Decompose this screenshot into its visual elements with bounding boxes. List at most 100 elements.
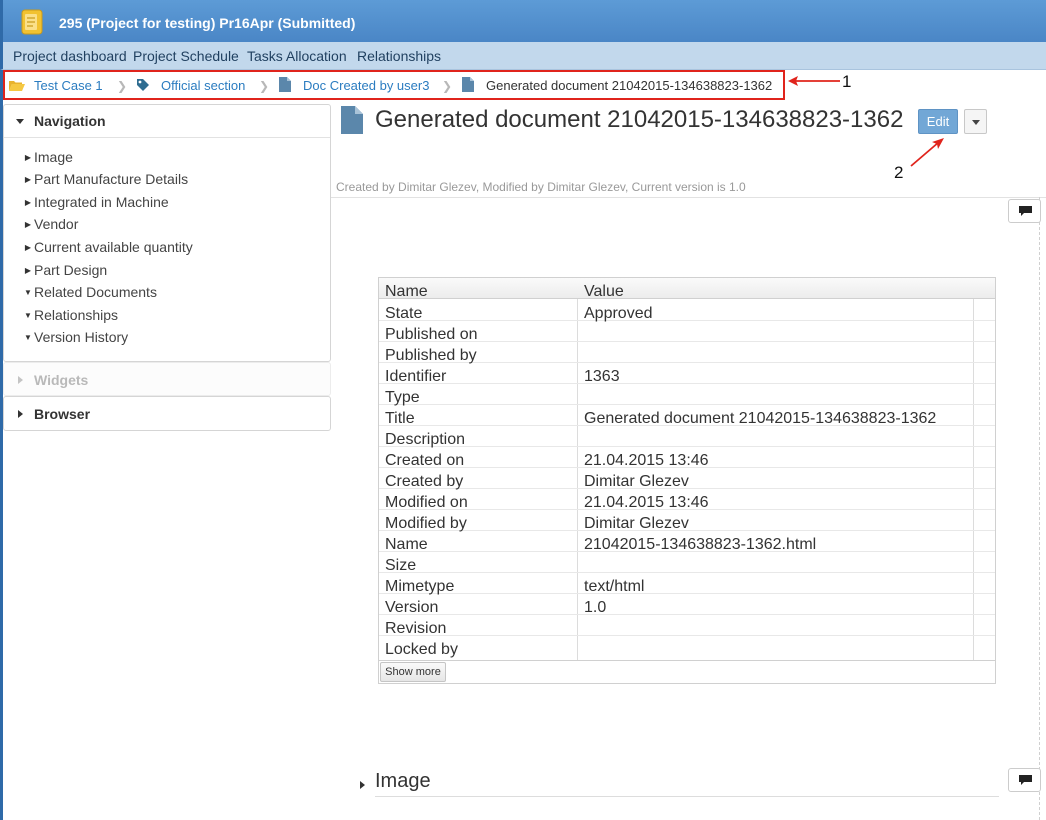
speech-bubble-icon (1019, 206, 1032, 216)
document-icon (462, 77, 474, 92)
speech-bubble-icon (1019, 775, 1032, 785)
scrollbar-track[interactable] (1039, 197, 1041, 820)
app-notebook-icon (21, 9, 43, 35)
breadcrumb-current-document: Generated document 21042015-134638823-13… (486, 78, 773, 93)
folder-open-icon (9, 81, 25, 91)
table-footer: Show more (378, 660, 996, 684)
widgets-panel: Widgets (3, 362, 331, 396)
breadcrumb: Test Case 1 ❯ Official section ❯ Doc Cre… (3, 70, 785, 100)
table-row: Published on (379, 321, 995, 343)
image-comment-button[interactable] (1008, 768, 1041, 792)
edit-button[interactable]: Edit (918, 109, 958, 134)
menu-relationships[interactable]: Relationships (357, 48, 441, 64)
column-header-value[interactable]: Value (584, 283, 624, 301)
nav-item-vendor[interactable]: ▶ Vendor (22, 216, 78, 232)
triangle-right-icon (18, 410, 23, 418)
table-row: Description (379, 426, 995, 448)
column-header-name[interactable]: Name (385, 283, 428, 301)
caret-down-icon (972, 120, 980, 125)
caret-right-icon (360, 781, 365, 789)
browser-panel: Browser (3, 396, 331, 431)
section-divider (375, 796, 999, 797)
table-row: Title Generated document 21042015-1346388… (379, 405, 995, 427)
document-meta-info: Created by Dimitar Glezev, Modified by D… (336, 180, 746, 194)
table-row: Created on 21.04.2015 13:46 (379, 447, 995, 469)
nav-item-relationships[interactable]: ▼ Relationships (22, 307, 118, 323)
caret-right-icon: ▶ (24, 175, 32, 184)
nav-item-part-design[interactable]: ▶ Part Design (22, 262, 107, 278)
nav-item-version-history[interactable]: ▼ Version History (22, 329, 128, 345)
breadcrumb-doc-created[interactable]: Doc Created by user3 (303, 78, 429, 93)
triangle-down-icon (16, 119, 24, 124)
caret-right-icon: ▶ (24, 198, 32, 207)
menu-bar: Project dashboard Project Schedule Tasks… (0, 42, 1046, 70)
caret-down-icon: ▼ (24, 311, 32, 320)
caret-right-icon: ▶ (24, 243, 32, 252)
table-row: Name 21042015-134638823-1362.html (379, 531, 995, 553)
tag-icon (137, 79, 149, 91)
table-row: Locked by (379, 636, 995, 658)
caret-down-icon: ▼ (24, 288, 32, 297)
properties-table: Name Value State Approved Published on Pu… (378, 277, 996, 661)
breadcrumb-test-case[interactable]: Test Case 1 (34, 78, 103, 93)
caret-down-icon: ▼ (24, 333, 32, 342)
edit-options-dropdown[interactable] (964, 109, 987, 134)
image-section-toggle[interactable] (360, 777, 366, 795)
comment-button[interactable] (1008, 199, 1041, 223)
nav-item-label: Part Manufacture Details (34, 171, 189, 187)
document-icon (341, 106, 363, 134)
nav-item-part-manufacture-details[interactable]: ▶ Part Manufacture Details (22, 171, 188, 187)
nav-item-related-documents[interactable]: ▼ Related Documents (22, 284, 157, 300)
menu-project-dashboard[interactable]: Project dashboard (13, 48, 127, 64)
browser-title: Browser (34, 406, 91, 422)
table-row: Modified by Dimitar Glezev (379, 510, 995, 532)
nav-item-label: Current available quantity (34, 239, 193, 255)
navigation-panel-header[interactable]: Navigation (4, 105, 330, 138)
table-row: State Approved (379, 300, 995, 322)
table-row: Created by Dimitar Glezev (379, 468, 995, 490)
nav-item-label: Version History (34, 329, 129, 345)
table-row: Type (379, 384, 995, 406)
menu-tasks-allocation[interactable]: Tasks Allocation (247, 48, 347, 64)
nav-item-label: Part Design (34, 262, 108, 278)
nav-item-current-available-quantity[interactable]: ▶ Current available quantity (22, 239, 193, 255)
table-row: Revision (379, 615, 995, 637)
document-icon (279, 77, 291, 92)
chevron-right-icon: ❯ (259, 79, 270, 93)
widgets-title: Widgets (34, 372, 89, 388)
title-bar: 295 (Project for testing) Pr16Apr (Submi… (0, 0, 1046, 42)
nav-item-label: Integrated in Machine (34, 194, 169, 210)
show-more-button[interactable]: Show more (380, 662, 446, 682)
table-row: Identifier 1363 (379, 363, 995, 385)
nav-item-image[interactable]: ▶ Image (22, 149, 73, 165)
table-row: Version 1.0 (379, 594, 995, 616)
annotation-label-2: 2 (894, 163, 904, 182)
nav-item-integrated-in-machine[interactable]: ▶ Integrated in Machine (22, 194, 169, 210)
annotation-label-1: 1 (842, 72, 852, 91)
browser-panel-header[interactable]: Browser (4, 397, 330, 430)
annotation-arrow-2 (910, 138, 944, 167)
table-row: Modified on 21.04.2015 13:46 (379, 489, 995, 511)
navigation-panel: Navigation ▶ Image ▶ Part Manufacture Deta… (3, 104, 331, 362)
chevron-right-icon: ❯ (117, 79, 128, 93)
window-title: 295 (Project for testing) Pr16Apr (Submi… (59, 15, 356, 31)
page-title: Generated document 21042015-134638823-13… (375, 106, 904, 133)
chevron-right-icon: ❯ (442, 79, 453, 93)
table-row: Mimetype text/html (379, 573, 995, 595)
nav-item-label: Image (34, 149, 73, 165)
menu-project-schedule[interactable]: Project Schedule (133, 48, 239, 64)
breadcrumb-official-section[interactable]: Official section (161, 78, 245, 93)
property-name: Locked by (385, 641, 458, 658)
table-row: Size (379, 552, 995, 574)
navigation-title: Navigation (34, 113, 106, 129)
caret-right-icon: ▶ (24, 220, 32, 229)
table-header-row: Name Value (379, 278, 995, 301)
table-row: Published by (379, 342, 995, 364)
triangle-right-icon (18, 376, 23, 384)
widgets-panel-header[interactable]: Widgets (4, 363, 330, 396)
caret-right-icon: ▶ (24, 153, 32, 162)
nav-item-label: Related Documents (34, 284, 157, 300)
nav-item-label: Relationships (34, 307, 119, 323)
image-section-title: Image (375, 770, 431, 792)
nav-item-label: Vendor (34, 216, 79, 232)
